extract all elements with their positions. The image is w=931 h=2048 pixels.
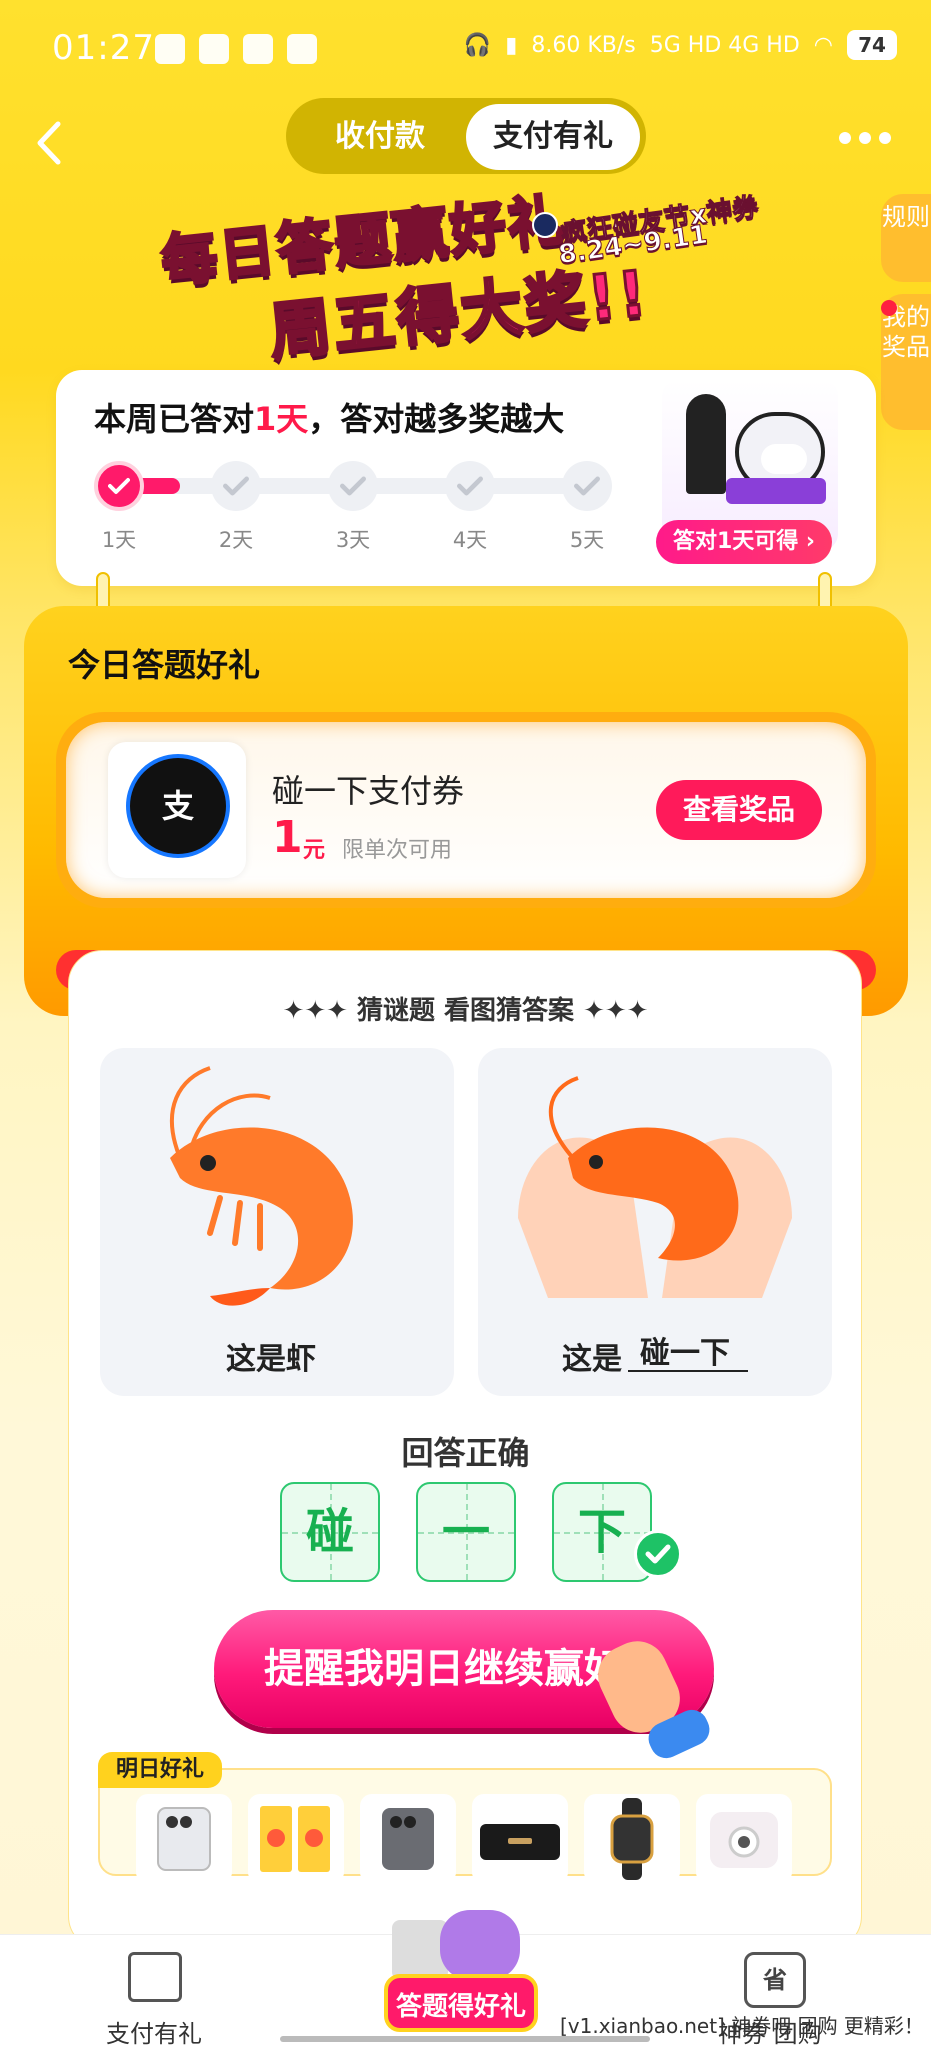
- correct-check-icon: [634, 1530, 682, 1578]
- nav-center-kuromi-image: [440, 1910, 520, 1980]
- wifi-icon: ◠: [813, 32, 833, 58]
- map-notify-icon: [287, 34, 317, 64]
- gift-red-envelope-icon[interactable]: [248, 1794, 344, 1884]
- card2-caption-prefix: 这是: [562, 1342, 622, 1377]
- alipay-notify-icon: [243, 34, 273, 64]
- app-notify-icon: [199, 34, 229, 64]
- tab-pay[interactable]: 收付款: [310, 108, 450, 166]
- coupon-amount: 1: [272, 812, 303, 863]
- day-4-check-icon: [445, 461, 495, 511]
- save-money-icon[interactable]: 省: [744, 1952, 806, 2008]
- tab-pay-gift[interactable]: 支付有礼: [466, 104, 640, 170]
- tomorrow-gifts-tag: 明日好礼: [98, 1752, 222, 1788]
- gift-phone-gray-icon[interactable]: [360, 1794, 456, 1884]
- day-label: 1天: [101, 528, 137, 552]
- day-1-check-icon: [94, 461, 144, 511]
- status-right: 🎧 ▮ 8.60 KB/s 5G HD 4G HD ◠ 74: [464, 30, 897, 60]
- event-badge-icon: [532, 212, 558, 238]
- day-5-check-icon: [562, 461, 612, 511]
- nav-quiz-button[interactable]: 答题得好礼: [384, 1974, 538, 2032]
- vibrate-icon: ▮: [505, 32, 518, 58]
- gift-smart-watch-icon[interactable]: [584, 1794, 680, 1884]
- weekly-title: 本周已答对1天，答对越多奖越大: [94, 400, 565, 438]
- today-gift-title: 今日答题好礼: [68, 646, 261, 684]
- answer-char-box: 碰: [280, 1482, 380, 1582]
- gift-speaker-icon[interactable]: [472, 1794, 568, 1884]
- view-prize-button[interactable]: 查看奖品: [656, 780, 822, 840]
- gift-box-icon[interactable]: [128, 1952, 182, 2002]
- card1-caption: 这是虾: [226, 1342, 316, 1377]
- more-icon[interactable]: [839, 132, 891, 144]
- answer-char-box: 一: [416, 1482, 516, 1582]
- day-label: 2天: [218, 528, 254, 552]
- gift-phone-white-icon[interactable]: [136, 1794, 232, 1884]
- day-label: 5天: [569, 528, 605, 552]
- status-app-icons: [155, 34, 317, 64]
- coupon-limit: 限单次可用: [342, 838, 453, 863]
- weekly-prize-button[interactable]: 答对1天可得 ›: [656, 520, 832, 564]
- answer-underline: [628, 1370, 748, 1372]
- signal-icon: 5G HD 4G HD: [649, 32, 800, 58]
- home-indicator[interactable]: [280, 2036, 650, 2042]
- gift-instant-camera-icon[interactable]: [696, 1794, 792, 1884]
- hands-shrimp-icon: [518, 1076, 792, 1298]
- status-time: 01:27: [52, 28, 155, 68]
- umbrella-image: [686, 394, 726, 494]
- quiz-title: ✦✦✦ 猜谜题 看图猜答案 ✦✦✦: [282, 996, 649, 1026]
- nfc-pay-icon: 支: [126, 754, 230, 858]
- rules-tab[interactable]: 规则: [881, 194, 931, 282]
- day-label: 4天: [452, 528, 488, 552]
- coupon-name: 碰一下支付券: [272, 772, 465, 810]
- figure-stand: [726, 478, 826, 504]
- back-icon[interactable]: [34, 120, 64, 166]
- day-2-check-icon: [211, 461, 261, 511]
- day-label: 3天: [335, 528, 371, 552]
- battery-icon: 74: [847, 30, 897, 60]
- headphone-icon: 🎧: [463, 32, 492, 58]
- coupon-unit: 元: [303, 838, 326, 863]
- notification-dot: [881, 300, 897, 316]
- wechat-icon: [155, 34, 185, 64]
- day-3-check-icon: [328, 461, 378, 511]
- watermark: [v1.xianbao.net] 神券吧 团购 更精彩！: [560, 2014, 924, 2038]
- net-speed: 8.60 KB/s: [531, 32, 636, 58]
- shrimp-icon: [170, 1066, 353, 1306]
- answer-result: 回答正确: [401, 1434, 530, 1472]
- card2-answer: 碰一下: [640, 1336, 730, 1371]
- nav-pay-gift[interactable]: 支付有礼: [106, 2014, 202, 2048]
